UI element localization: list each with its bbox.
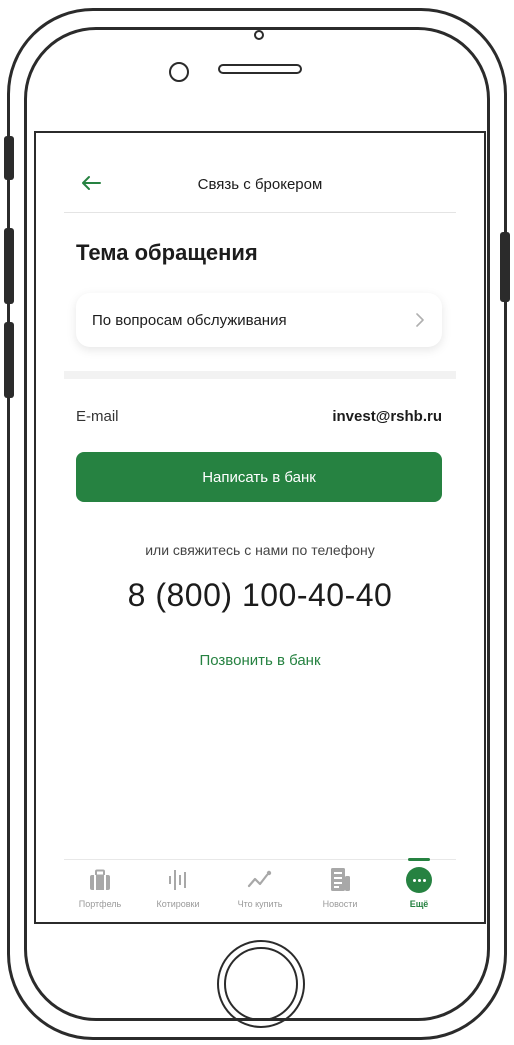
newspaper-icon (328, 867, 352, 893)
tab-news-label: Новости (322, 899, 358, 909)
page-title: Связь с брокером (197, 176, 323, 193)
earpiece-speaker (218, 64, 302, 74)
call-bank-link[interactable]: Позвонить в банк (36, 652, 484, 669)
or-phone-text: или свяжитесь с нами по телефону (145, 542, 375, 558)
app-screen: Связь с брокером Тема обращения По вопро… (34, 131, 486, 924)
tab-what-to-buy[interactable]: Что купить (220, 867, 300, 915)
active-tab-indicator (408, 858, 430, 861)
section-separator (64, 371, 456, 379)
quotes-bars-icon (166, 867, 190, 893)
power-button (500, 232, 510, 302)
front-camera (169, 62, 189, 82)
tab-portfolio-label: Портфель (78, 899, 122, 909)
tab-quotes-label: Котировки (156, 899, 200, 909)
tab-portfolio[interactable]: Портфель (60, 867, 140, 915)
topic-selector[interactable]: По вопросам обслуживания (76, 293, 442, 347)
tab-quotes[interactable]: Котировки (138, 867, 218, 915)
tab-what-to-buy-label: Что купить (237, 899, 283, 909)
more-icon-wrap (406, 867, 432, 893)
volume-up-button (4, 228, 14, 304)
phone-number: 8 (800) 100-40-40 (127, 577, 393, 613)
tabbar-divider (64, 859, 456, 860)
topic-selected-label: По вопросам обслуживания (92, 311, 287, 329)
more-dots-icon (406, 867, 432, 893)
write-to-bank-button[interactable]: Написать в банк (76, 452, 442, 502)
header: Связь с брокером (36, 133, 484, 213)
chevron-right-icon (416, 313, 424, 327)
home-button[interactable] (217, 940, 305, 1028)
tab-more[interactable]: Ещё (379, 867, 459, 915)
tab-news[interactable]: Новости (300, 867, 380, 915)
proximity-sensor (254, 30, 264, 40)
tab-more-label: Ещё (409, 899, 429, 909)
header-divider (64, 212, 456, 213)
email-label: E-mail (76, 408, 119, 425)
mute-switch (4, 136, 14, 180)
volume-down-button (4, 322, 14, 398)
trend-line-icon (247, 867, 273, 893)
briefcase-icon (88, 867, 112, 893)
email-value: invest@rshb.ru (332, 408, 442, 425)
section-title: Тема обращения (76, 240, 258, 265)
